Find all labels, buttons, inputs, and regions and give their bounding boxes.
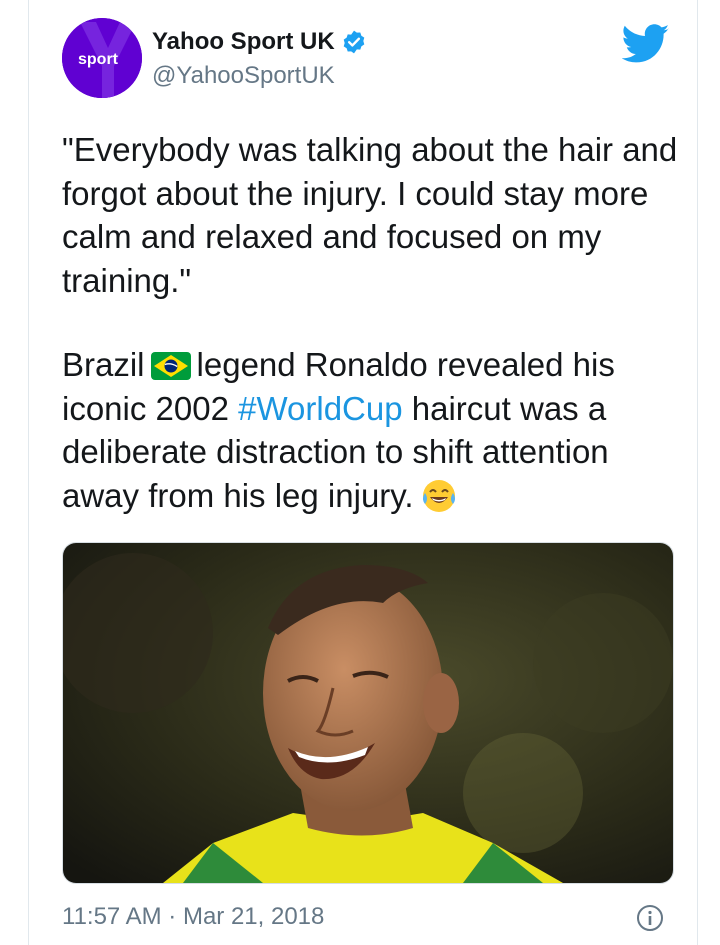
tweet-timestamp[interactable]: 11:57 AM · Mar 21, 2018 [62,903,324,931]
tweet-body-part1: Brazil [62,346,145,383]
avatar[interactable]: sport [62,18,142,98]
info-icon[interactable] [636,904,664,932]
name-row: Yahoo Sport UK [152,28,367,56]
hashtag-link[interactable]: #WorldCup [238,390,402,427]
handle[interactable]: @YahooSportUK [152,62,335,90]
tweet-photo[interactable] [62,542,674,884]
tweet-quote: "Everybody was talking about the hair an… [62,131,678,299]
verified-badge-icon [343,30,364,54]
brazil-flag-icon [150,352,191,380]
avatar-text: sport [78,51,119,68]
tweet-body: Brazil legend Ronaldo revealed his iconic… [62,343,682,517]
tears-of-joy-emoji-icon [422,479,455,512]
display-name[interactable]: Yahoo Sport UK [152,28,335,56]
twitter-bird-icon[interactable] [622,24,670,64]
